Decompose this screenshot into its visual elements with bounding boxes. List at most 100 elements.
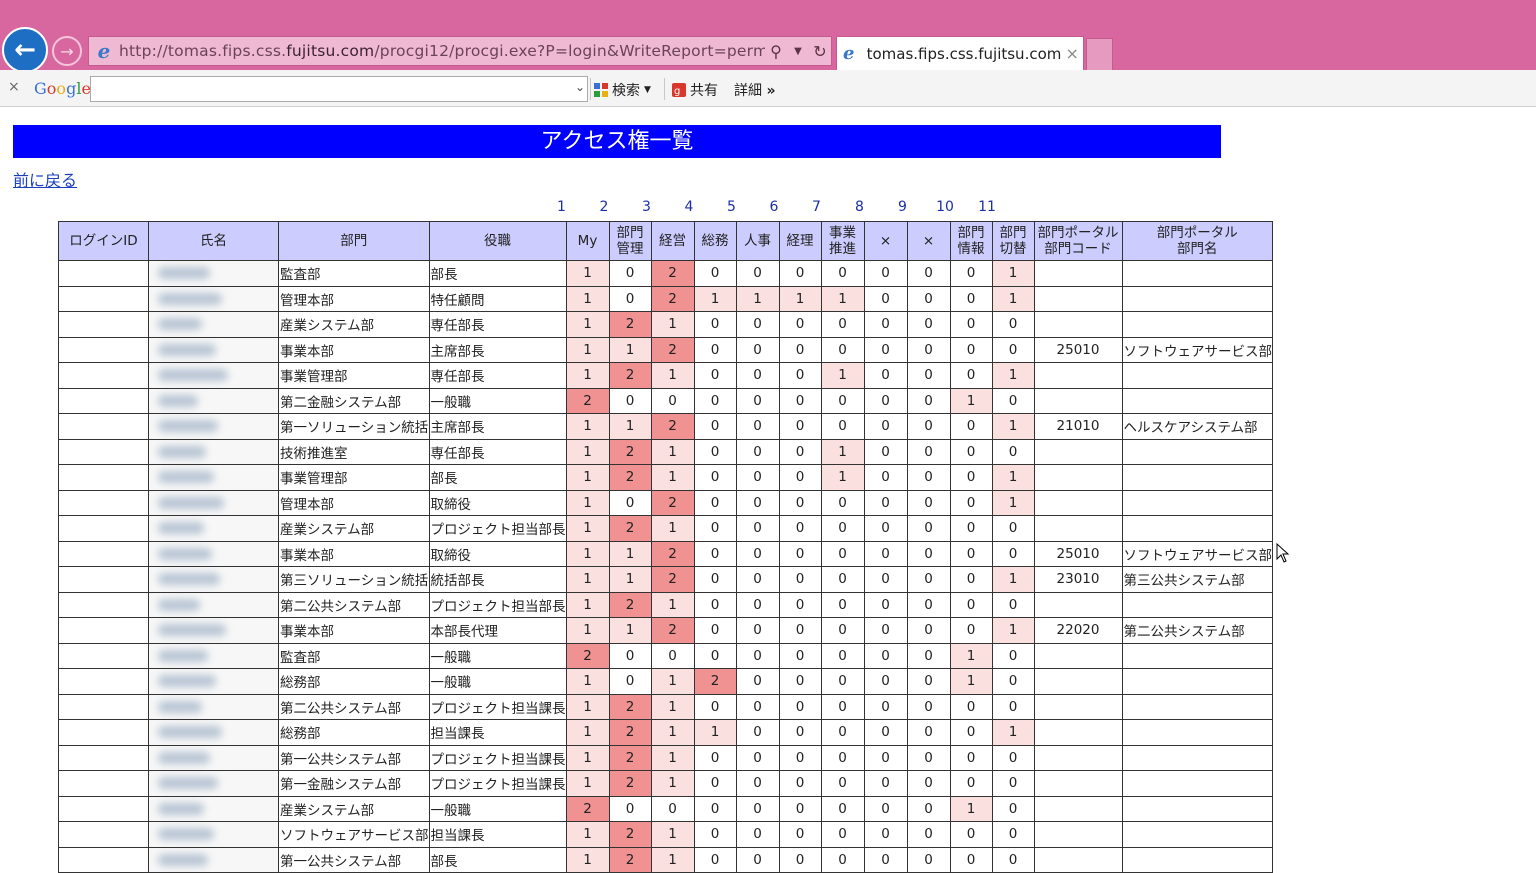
permission-cell: 2 (565, 387, 610, 414)
role-cell: 部長 (428, 464, 567, 491)
header-perm: 総務 (693, 221, 737, 261)
toolbar-divider (664, 78, 665, 100)
table-row: 総務部 一般職 1 0 1 2 0 0 0 0 0 1 0 (58, 668, 1273, 695)
portal-code-cell (1033, 387, 1123, 414)
permission-cell: 2 (608, 362, 652, 389)
table-row: 総務部 担当課長 1 2 1 1 0 0 0 0 0 0 1 (58, 719, 1273, 746)
permission-cell: 0 (608, 642, 652, 669)
permission-cell: 0 (778, 311, 822, 338)
permission-cell: 0 (735, 795, 780, 822)
permission-cell: 0 (778, 642, 822, 669)
table-row: 管理本部 取締役 1 0 2 0 0 0 0 0 0 0 1 (58, 489, 1273, 516)
header-perm: 部門 切替 (991, 221, 1035, 261)
portal-code-cell (1033, 489, 1123, 516)
dept-cell: 事業管理部 (278, 464, 430, 491)
permission-cell: 0 (906, 642, 951, 669)
back-link[interactable]: 前に戻る (13, 167, 77, 191)
google-search-input[interactable]: ⌄ (90, 76, 588, 102)
permission-cell: 0 (735, 744, 780, 771)
permission-cell: 2 (608, 515, 652, 542)
toolbar-close-icon[interactable]: × (8, 79, 20, 95)
permission-cell: 0 (778, 438, 822, 465)
permission-cell: 1 (565, 540, 610, 567)
permission-cell: 0 (778, 489, 822, 516)
redacted-name (158, 726, 222, 739)
address-bar[interactable]: e http://tomas.fips.css.fujitsu.com/proc… (88, 36, 832, 66)
login-id-cell (58, 260, 149, 287)
table-row: 第二公共システム部 プロジェクト担当部長 1 2 1 0 0 0 0 0 0 0 0 (58, 591, 1273, 618)
permission-cell: 1 (778, 285, 822, 312)
portal-name-cell (1121, 719, 1273, 746)
permission-cell: 0 (906, 719, 951, 746)
permission-cell: 1 (991, 362, 1035, 389)
permission-cell: 0 (693, 515, 737, 542)
redacted-name (158, 649, 208, 662)
search-icon[interactable]: ⚲ (765, 37, 787, 65)
dept-cell: 第一ソリューション統括 (278, 413, 430, 440)
google-logo-letter: o (56, 79, 67, 98)
permission-cell: 0 (949, 285, 993, 312)
share-button[interactable]: g 共有 (672, 80, 718, 100)
permission-cell: 0 (820, 846, 865, 873)
forward-arrow-icon[interactable]: → (52, 36, 82, 66)
login-id-cell (58, 770, 149, 797)
permission-cell: 0 (906, 336, 951, 363)
name-cell-redacted (148, 438, 279, 465)
dropdown-arrow-icon[interactable]: ▼ (644, 85, 651, 95)
role-cell: プロジェクト担当課長 (428, 744, 567, 771)
redacted-name (158, 573, 220, 586)
portal-name-cell: 第二公共システム部 (1121, 617, 1273, 644)
permission-cell: 0 (693, 693, 737, 720)
permission-cell: 0 (735, 362, 780, 389)
name-cell-redacted (148, 770, 279, 797)
redacted-name (158, 777, 218, 790)
address-url[interactable]: http://tomas.fips.css.fujitsu.com/procgi… (119, 42, 765, 60)
chevron-down-icon[interactable]: ⌄ (575, 80, 585, 94)
dept-cell: 第二金融システム部 (278, 387, 430, 414)
permission-cell: 0 (778, 515, 822, 542)
role-cell: 一般職 (428, 387, 567, 414)
permission-cell: 1 (991, 719, 1035, 746)
permission-cell: 0 (863, 438, 908, 465)
role-cell: 本部長代理 (428, 617, 567, 644)
permission-cell: 0 (735, 413, 780, 440)
back-arrow-icon[interactable]: ← (2, 27, 48, 73)
permission-cell: 0 (820, 566, 865, 593)
name-cell-redacted (148, 464, 279, 491)
name-cell-redacted (148, 846, 279, 873)
name-cell-redacted (148, 617, 279, 644)
permission-cell: 0 (906, 693, 951, 720)
more-button[interactable]: 詳細 » (734, 80, 776, 100)
header-portal-code: 部門ポータル 部門コード (1033, 221, 1123, 261)
dept-cell: 総務部 (278, 719, 430, 746)
name-cell-redacted (148, 668, 279, 695)
permission-cell: 0 (820, 821, 865, 848)
new-tab-button[interactable] (1086, 38, 1113, 70)
role-cell: 専任部長 (428, 438, 567, 465)
portal-name-cell: ソフトウェアサービス部 (1121, 540, 1273, 567)
login-id-cell (58, 540, 149, 567)
permission-cell: 0 (650, 387, 695, 414)
permission-cell: 0 (949, 617, 993, 644)
more-button-label: 詳細 (734, 83, 762, 99)
name-cell-redacted (148, 642, 279, 669)
column-number-label: 3 (642, 199, 651, 215)
permission-cell: 1 (565, 336, 610, 363)
permission-cell: 0 (778, 693, 822, 720)
permission-cell: 0 (949, 846, 993, 873)
refresh-icon[interactable]: ↻ (809, 37, 831, 65)
permission-cell: 0 (820, 413, 865, 440)
permission-cell: 2 (608, 591, 652, 618)
dropdown-arrow-icon[interactable]: ▼ (787, 37, 809, 65)
browser-tab[interactable]: e tomas.fips.css.fujitsu.com × (836, 36, 1084, 70)
role-cell: 特任顧問 (428, 285, 567, 312)
google-search-button[interactable]: 検索 ▼ (594, 80, 651, 100)
table-row: 事業本部 本部長代理 1 1 2 0 0 0 0 0 0 0 1 22020 第二公共システム部 (58, 617, 1273, 644)
permission-cell: 0 (991, 668, 1035, 695)
tab-close-icon[interactable]: × (1061, 44, 1083, 63)
permission-cell: 1 (565, 566, 610, 593)
table-body: 監査部 部長 1 0 2 0 0 0 0 0 0 0 1 管理本部 特任顧問 1 0 2 1 1 1 1 0 0 0 1 産業システ… (58, 260, 1273, 873)
name-cell-redacted (148, 821, 279, 848)
permission-cell: 1 (608, 540, 652, 567)
redacted-name (158, 445, 206, 458)
